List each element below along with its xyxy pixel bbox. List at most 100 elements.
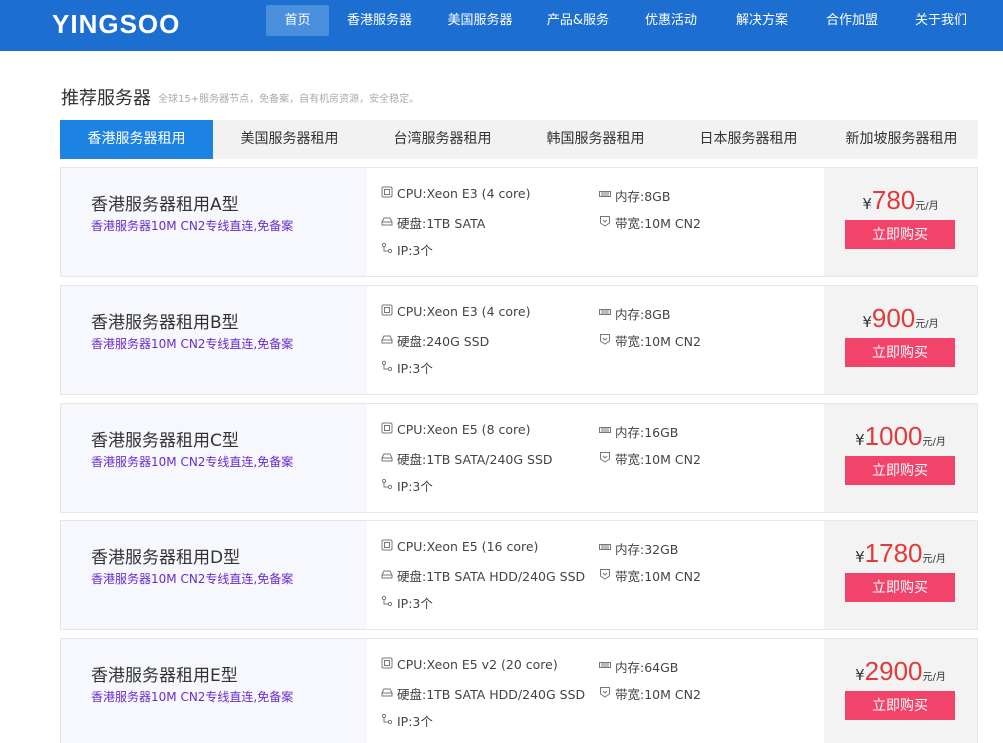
nav-item-products[interactable]: 产品&服务 xyxy=(530,5,626,36)
product-description: 香港服务器10M CN2专线直连,免备案 xyxy=(91,455,294,469)
tab-hk-server-rental[interactable]: 香港服务器租用 xyxy=(60,120,213,159)
network-icon xyxy=(381,242,397,257)
memory-icon xyxy=(599,188,615,203)
nav-item-about[interactable]: 关于我们 xyxy=(896,5,986,36)
tab-sg-server-rental[interactable]: 新加坡服务器租用 xyxy=(825,120,978,159)
spec-ip-text: IP:3个 xyxy=(397,596,433,611)
cpu-icon xyxy=(381,186,397,201)
spec-cpu: CPU:Xeon E5 (8 core) xyxy=(381,422,530,437)
product-name[interactable]: 香港服务器租用E型 xyxy=(91,661,238,686)
spec-ram-text: 内存:64GB xyxy=(615,660,679,675)
price-unit: 元/月 xyxy=(915,201,939,212)
spec-cpu-text: CPU:Xeon E3 (4 core) xyxy=(397,304,531,319)
price-panel: ¥2900元/月 立即购买 xyxy=(824,639,977,743)
product-description: 香港服务器10M CN2专线直连,免备案 xyxy=(91,219,294,233)
region-tabs: 香港服务器租用 美国服务器租用 台湾服务器租用 韩国服务器租用 日本服务器租用 … xyxy=(60,120,978,159)
spec-ram: 内存:64GB xyxy=(599,657,678,676)
spec-ram-text: 内存:32GB xyxy=(615,542,679,557)
product-name[interactable]: 香港服务器租用C型 xyxy=(91,426,239,451)
tab-us-server-rental[interactable]: 美国服务器租用 xyxy=(213,120,366,159)
tab-tw-server-rental[interactable]: 台湾服务器租用 xyxy=(366,120,519,159)
price-unit: 元/月 xyxy=(922,554,946,565)
tab-kr-server-rental[interactable]: 韩国服务器租用 xyxy=(519,120,672,159)
product-name[interactable]: 香港服务器租用B型 xyxy=(91,308,239,333)
spec-disk: 硬盘:240G SSD xyxy=(381,331,489,350)
price-panel: ¥1000元/月 立即购买 xyxy=(824,404,977,512)
spec-ip: IP:3个 xyxy=(381,476,433,495)
spec-bandwidth-text: 带宽:10M CN2 xyxy=(615,216,701,231)
nav-item-solutions[interactable]: 解决方案 xyxy=(716,5,808,36)
buy-now-button[interactable]: 立即购买 xyxy=(845,338,955,367)
product-name[interactable]: 香港服务器租用D型 xyxy=(91,543,240,568)
price: ¥1000元/月 xyxy=(824,421,977,452)
buy-now-button[interactable]: 立即购买 xyxy=(845,691,955,720)
network-icon xyxy=(381,713,397,728)
spec-disk-text: 硬盘:1TB SATA HDD/240G SSD xyxy=(397,569,586,584)
spec-disk-text: 硬盘:1TB SATA xyxy=(397,216,486,231)
spec-ip: IP:3个 xyxy=(381,240,433,259)
spec-cpu-text: CPU:Xeon E5 v2 (20 core) xyxy=(397,657,558,672)
product-card: 香港服务器租用E型香港服务器10M CN2专线直连,免备案 CPU:Xeon E5… xyxy=(60,638,978,743)
product-card: 香港服务器租用C型香港服务器10M CN2专线直连,免备案 CPU:Xeon E5… xyxy=(60,403,978,513)
product-info: 香港服务器租用D型香港服务器10M CN2专线直连,免备案 xyxy=(61,521,367,629)
spec-disk-text: 硬盘:1TB SATA HDD/240G SSD xyxy=(397,687,586,702)
bandwidth-icon xyxy=(599,333,615,348)
product-info: 香港服务器租用C型香港服务器10M CN2专线直连,免备案 xyxy=(61,404,367,512)
price-amount: 780 xyxy=(871,185,916,215)
spec-ram-text: 内存:16GB xyxy=(615,425,679,440)
spec-disk: 硬盘:1TB SATA HDD/240G SSD xyxy=(381,566,585,585)
product-name[interactable]: 香港服务器租用A型 xyxy=(91,190,239,215)
spec-bandwidth: 带宽:10M CN2 xyxy=(599,684,701,703)
product-card: 香港服务器租用B型 香港服务器10M CN2专线直连,免备案 CPU:Xeon E3… xyxy=(60,285,978,395)
price: ¥780元/月 xyxy=(824,185,977,216)
site-logo[interactable]: YINGSOO xyxy=(52,9,180,40)
spec-bandwidth-text: 带宽:10M CN2 xyxy=(615,452,701,467)
price-amount: 1000 xyxy=(864,421,923,451)
spec-ram: 内存:32GB xyxy=(599,539,678,558)
spec-ip: IP:3个 xyxy=(381,593,433,612)
spec-cpu-text: CPU:Xeon E3 (4 core) xyxy=(397,186,531,201)
nav-item-home[interactable]: 首页 xyxy=(266,5,329,36)
bandwidth-icon xyxy=(599,686,615,701)
network-icon xyxy=(381,360,397,375)
tab-jp-server-rental[interactable]: 日本服务器租用 xyxy=(672,120,825,159)
product-description: 香港服务器10M CN2专线直连,免备案 xyxy=(91,690,294,704)
price-unit: 元/月 xyxy=(922,437,946,448)
spec-bandwidth-text: 带宽:10M CN2 xyxy=(615,334,701,349)
spec-ram: 内存:8GB xyxy=(599,186,670,205)
main-nav: 首页 香港服务器 美国服务器 产品&服务 优惠活动 解决方案 合作加盟 关于我们 xyxy=(266,5,986,36)
product-info: 香港服务器租用B型 香港服务器10M CN2专线直连,免备案 xyxy=(61,286,367,394)
network-icon xyxy=(381,595,397,610)
memory-icon xyxy=(599,306,615,321)
currency-symbol: ¥ xyxy=(862,313,872,331)
spec-bandwidth-text: 带宽:10M CN2 xyxy=(615,569,701,584)
spec-disk-text: 硬盘:240G SSD xyxy=(397,334,490,349)
price-amount: 1780 xyxy=(864,538,923,568)
cpu-icon xyxy=(381,304,397,319)
memory-icon xyxy=(599,424,615,439)
price: ¥2900元/月 xyxy=(824,656,977,687)
buy-now-button[interactable]: 立即购买 xyxy=(845,220,955,249)
currency-symbol: ¥ xyxy=(855,431,865,449)
spec-bandwidth: 带宽:10M CN2 xyxy=(599,449,701,468)
spec-cpu: CPU:Xeon E3 (4 core) xyxy=(381,186,530,201)
buy-now-button[interactable]: 立即购买 xyxy=(845,573,955,602)
price-amount: 900 xyxy=(871,303,916,333)
spec-ram-text: 内存:8GB xyxy=(615,307,671,322)
nav-item-us-server[interactable]: 美国服务器 xyxy=(430,5,530,36)
nav-item-promotions[interactable]: 优惠活动 xyxy=(626,5,716,36)
price-amount: 2900 xyxy=(864,656,923,686)
cpu-icon xyxy=(381,657,397,672)
spec-cpu: CPU:Xeon E5 (16 core) xyxy=(381,539,538,554)
price-panel: ¥780元/月 立即购买 xyxy=(824,168,977,276)
nav-item-hk-server[interactable]: 香港服务器 xyxy=(329,5,430,36)
spec-ip-text: IP:3个 xyxy=(397,714,433,729)
spec-bandwidth-text: 带宽:10M CN2 xyxy=(615,687,701,702)
nav-item-partners[interactable]: 合作加盟 xyxy=(808,5,896,36)
network-icon xyxy=(381,478,397,493)
buy-now-button[interactable]: 立即购买 xyxy=(845,456,955,485)
disk-icon xyxy=(381,333,397,348)
section-title: 推荐服务器 xyxy=(61,88,151,109)
spec-disk: 硬盘:1TB SATA/240G SSD xyxy=(381,449,553,468)
product-description: 香港服务器10M CN2专线直连,免备案 xyxy=(91,572,294,586)
